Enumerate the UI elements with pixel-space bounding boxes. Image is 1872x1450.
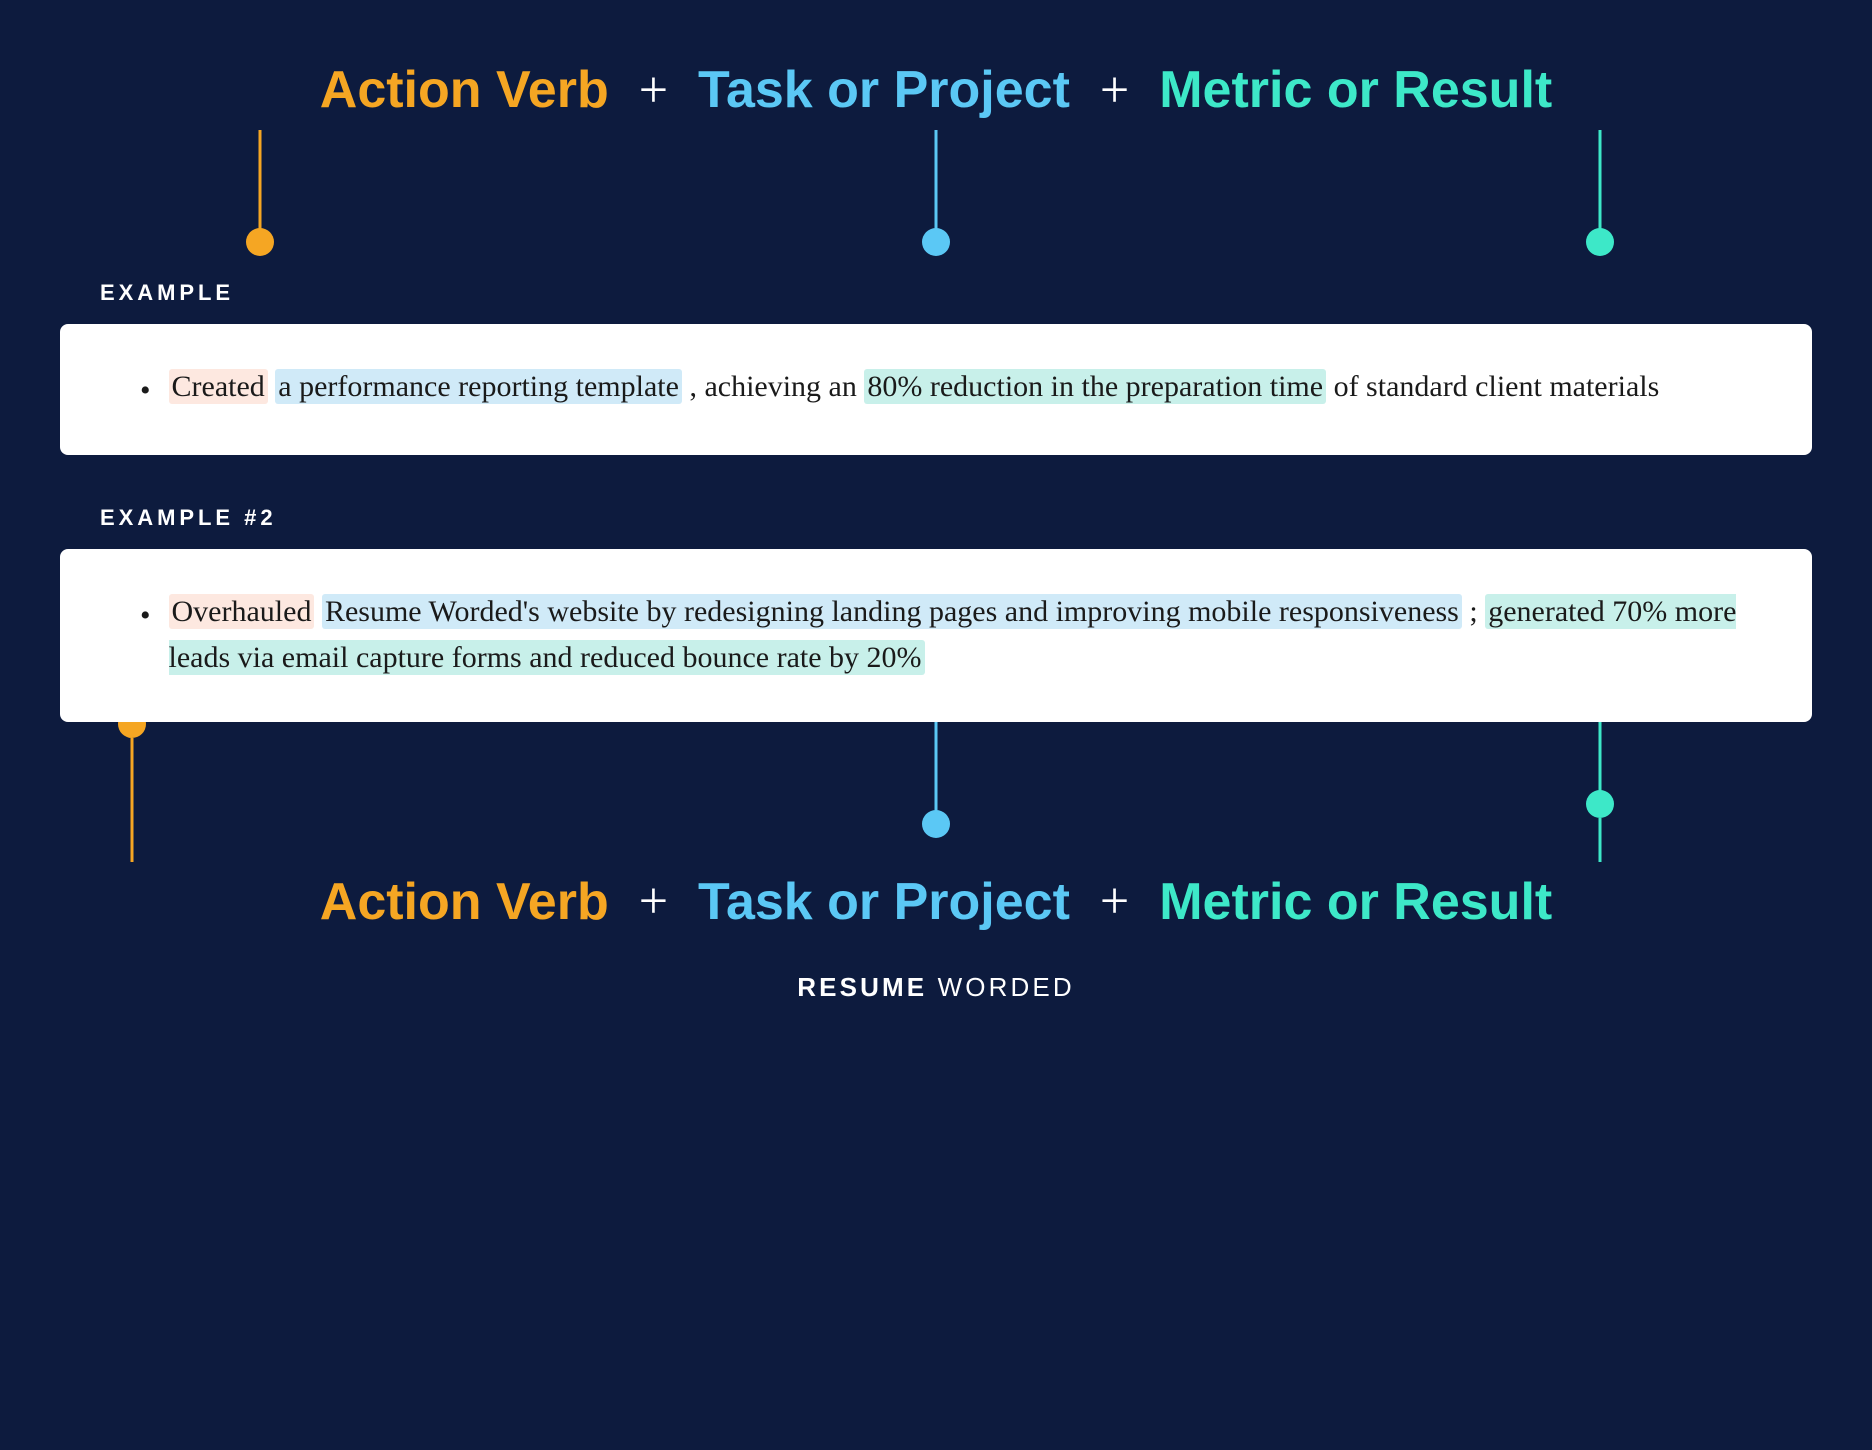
example2-text: Overhauled Resume Worded's website by re…: [169, 589, 1752, 682]
example1-box: • Created a performance reporting templa…: [60, 324, 1812, 455]
top-formula: Action Verb + Task or Project + Metric o…: [60, 40, 1812, 120]
task-label-bottom: Task or Project: [698, 872, 1070, 932]
top-connectors: [60, 130, 1812, 270]
action-verb-label-top: Action Verb: [320, 60, 609, 120]
bullet-dot-2: •: [140, 593, 151, 640]
action-verb-label-bottom: Action Verb: [320, 872, 609, 932]
example2-action-highlight: Overhauled: [169, 594, 315, 629]
example1-bullet: • Created a performance reporting templa…: [140, 364, 1752, 415]
metric-label-top: Metric or Result: [1159, 60, 1552, 120]
example1-action-highlight: Created: [169, 369, 268, 404]
brand-worded: WORDED: [938, 972, 1075, 1002]
task-label-top: Task or Project: [698, 60, 1070, 120]
bottom-connectors: [60, 722, 1812, 862]
bullet-dot-1: •: [140, 368, 151, 415]
branding: RESUME WORDED: [797, 972, 1074, 1003]
connector-svg-top: [60, 130, 1812, 270]
metric-label-bottom: Metric or Result: [1159, 872, 1552, 932]
example1-metric-highlight: 80% reduction in the preparation time: [864, 369, 1326, 404]
plus-2-top: +: [1100, 61, 1129, 120]
example2-task-highlight: Resume Worded's website by redesigning l…: [322, 594, 1462, 629]
example2-label: EXAMPLE #2: [60, 505, 1812, 531]
bottom-formula: Action Verb + Task or Project + Metric o…: [60, 862, 1812, 962]
example2-bullet: • Overhauled Resume Worded's website by …: [140, 589, 1752, 682]
example1-text: Created a performance reporting template…: [169, 364, 1660, 411]
plus-1-top: +: [639, 61, 668, 120]
brand-resume: RESUME: [797, 972, 927, 1002]
example1-label: EXAMPLE: [60, 280, 1812, 306]
plus-2-bottom: +: [1100, 872, 1129, 931]
example2-box: • Overhauled Resume Worded's website by …: [60, 549, 1812, 722]
plus-1-bottom: +: [639, 872, 668, 931]
example1-task-highlight: a performance reporting template: [275, 369, 682, 404]
connector-svg-bottom: [60, 722, 1812, 862]
